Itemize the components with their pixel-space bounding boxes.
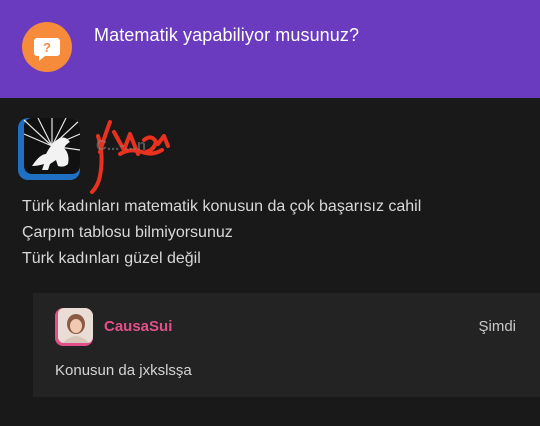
- question-bubble-icon: ?: [22, 22, 72, 72]
- comment-card[interactable]: CausaSui Şimdi Konusun da jxkslsşa: [33, 293, 540, 397]
- commenter-username[interactable]: CausaSui: [104, 318, 172, 335]
- post-text: Türk kadınları matematik konusun da çok …: [22, 194, 421, 272]
- redaction-scribble: [90, 120, 170, 194]
- question-header: ? Matematik yapabiliyor musunuz?: [0, 0, 540, 98]
- post-line: Çarpım tablosu bilmiyorsunuz: [22, 224, 233, 241]
- post-line: Türk kadınları matematik konusun da çok …: [22, 198, 422, 215]
- question-title: Matematik yapabiliyor musunuz?: [94, 25, 360, 45]
- post-line: Türk kadınları güzel değil: [22, 250, 201, 267]
- author-avatar[interactable]: [18, 118, 80, 180]
- author-username[interactable]: C...-...n: [96, 137, 146, 154]
- svg-text:?: ?: [43, 40, 51, 55]
- comment-timestamp: Şimdi: [478, 318, 516, 335]
- commenter-avatar[interactable]: [55, 308, 93, 346]
- comment-text: Konusun da jxkslsşa: [55, 362, 192, 379]
